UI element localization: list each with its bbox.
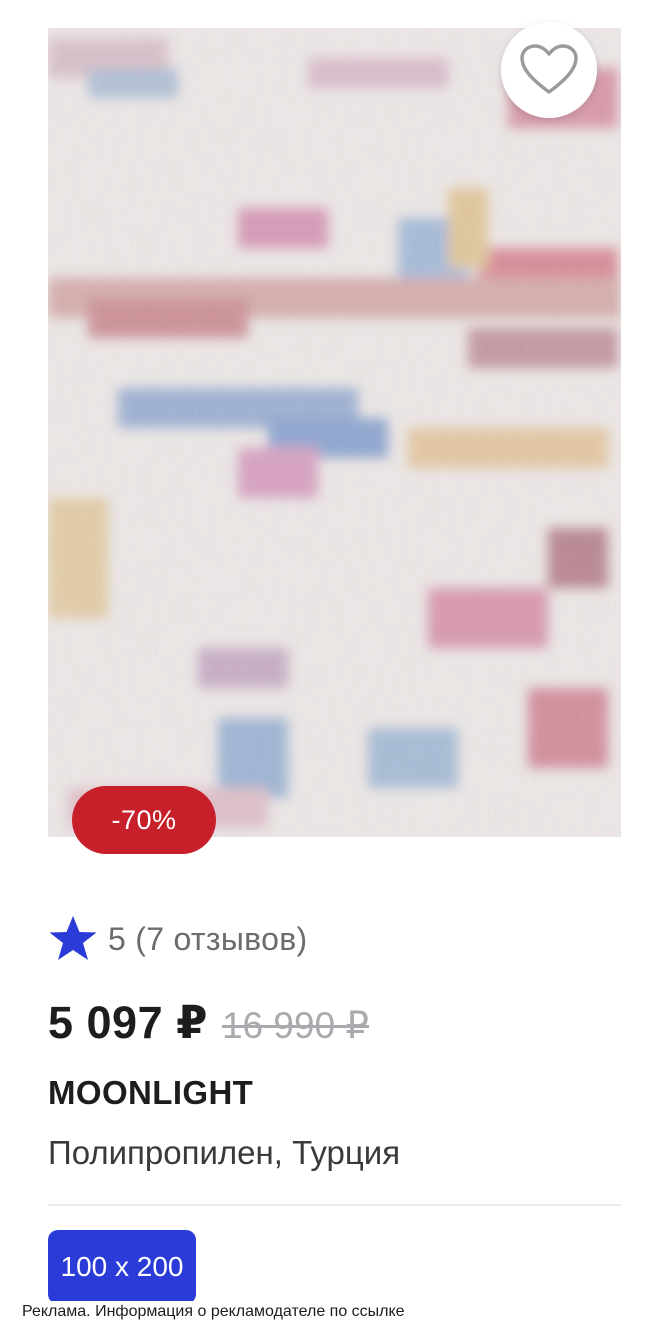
product-brand[interactable]: MOONLIGHT (48, 1074, 253, 1112)
ad-disclaimer[interactable]: Реклама. Информация о рекламодателе по с… (20, 1301, 411, 1325)
divider (48, 1204, 621, 1206)
rating[interactable]: 5 (7 отзывов) (48, 914, 307, 964)
product-image[interactable] (48, 28, 621, 837)
price-old: 16 990 ₽ (221, 1005, 369, 1046)
carpet-pattern (48, 28, 621, 837)
discount-badge: -70% (72, 786, 216, 854)
rating-text: 5 (7 отзывов) (108, 920, 308, 957)
favorite-button[interactable] (501, 22, 597, 118)
heart-outline-icon (520, 44, 578, 94)
size-option-button[interactable]: 100 x 200 (48, 1230, 196, 1304)
price-current: 5 097 ₽ (48, 997, 208, 1048)
star-icon (49, 916, 97, 960)
product-subtitle[interactable]: Полипропилен, Турция (48, 1134, 400, 1172)
product-card[interactable]: -70% 5 (7 отзывов) 5 097 ₽ 16 990 ₽ MOON… (0, 0, 661, 1334)
price-row: 5 097 ₽ 16 990 ₽ (48, 996, 369, 1056)
